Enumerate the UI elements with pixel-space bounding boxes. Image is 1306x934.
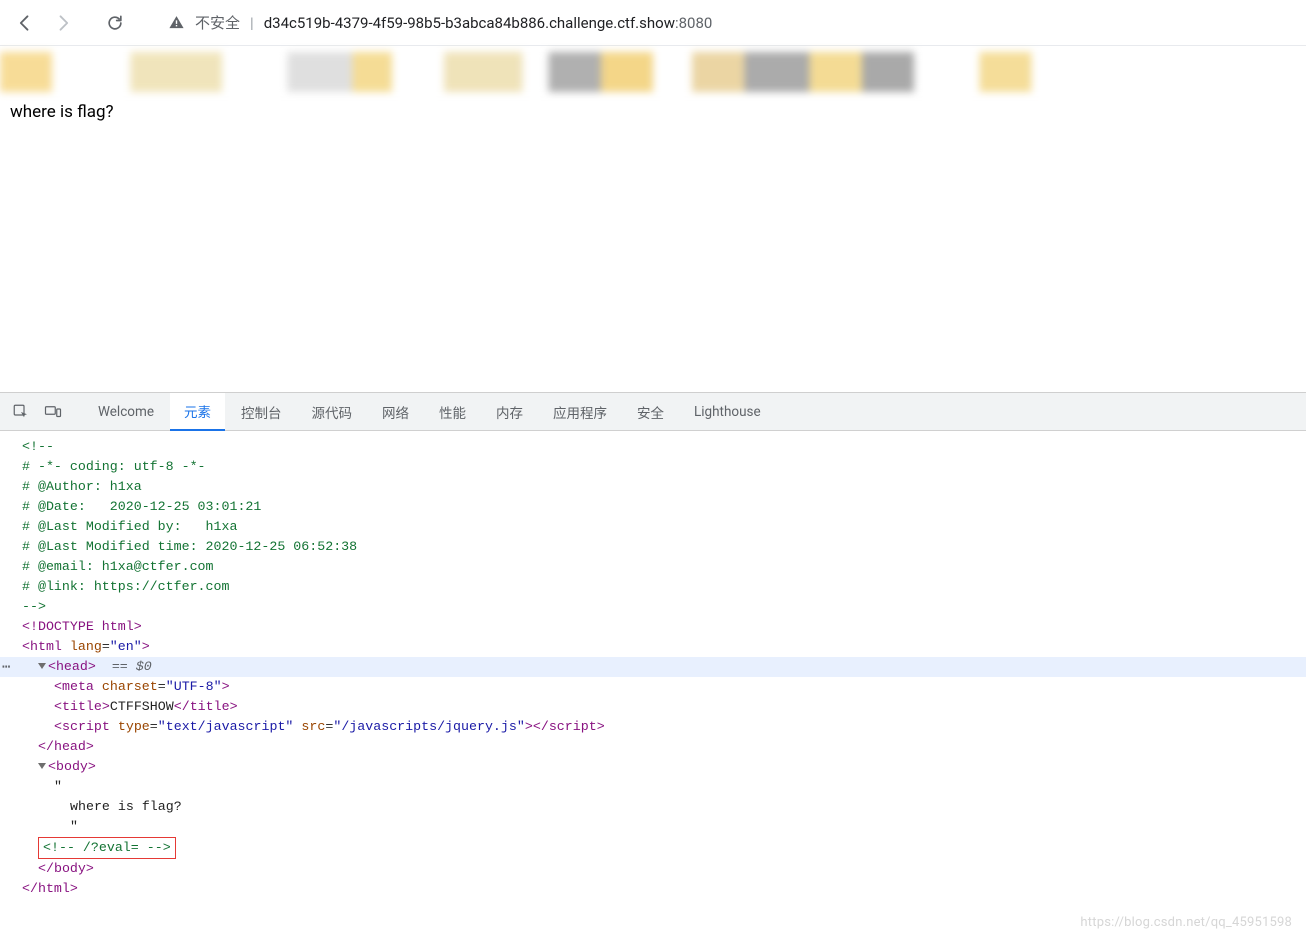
tab-application[interactable]: 应用程序 [539, 393, 621, 431]
comment-line: <!-- [22, 437, 1306, 457]
tab-performance[interactable]: 性能 [425, 393, 480, 431]
page-heading: where is flag? [10, 102, 1296, 122]
comment-line: # @link: https://ctfer.com [22, 577, 1306, 597]
browser-toolbar: 不安全 | d34c519b-4379-4f59-98b5-b3abca84b8… [0, 0, 1306, 46]
device-toggle-icon[interactable] [38, 397, 68, 427]
tab-lighthouse[interactable]: Lighthouse [680, 393, 775, 431]
tab-network[interactable]: 网络 [368, 393, 423, 431]
html-open[interactable]: <html lang="en"> [22, 637, 1306, 657]
expand-triangle-icon[interactable] [38, 763, 46, 769]
warning-icon [168, 14, 185, 31]
expand-triangle-icon[interactable] [38, 663, 46, 669]
comment-line: # @Last Modified time: 2020-12-25 06:52:… [22, 537, 1306, 557]
tab-sources[interactable]: 源代码 [297, 393, 366, 431]
script-line[interactable]: <script type="text/javascript" src="/jav… [22, 717, 1306, 737]
tab-elements[interactable]: 元素 [170, 393, 225, 431]
not-secure-label: 不安全 [195, 12, 240, 33]
devtools-panel: Welcome 元素 控制台 源代码 网络 性能 内存 应用程序 安全 Ligh… [0, 392, 1306, 909]
bookmarks-bar-blurred [0, 52, 1306, 92]
body-open[interactable]: <body> [22, 757, 1306, 777]
meta-line[interactable]: <meta charset="UTF-8"> [22, 677, 1306, 697]
elements-tree[interactable]: <!-- # -*- coding: utf-8 -*- # @Author: … [0, 431, 1306, 909]
url-text: d34c519b-4379-4f59-98b5-b3abca84b886.cha… [264, 14, 713, 32]
separator: | [250, 14, 254, 32]
watermark-text: https://blog.csdn.net/qq_45951598 [1080, 915, 1292, 930]
comment-line: # @Date: 2020-12-25 03:01:21 [22, 497, 1306, 517]
comment-line: # @email: h1xa@ctfer.com [22, 557, 1306, 577]
comment-line: # @Author: h1xa [22, 477, 1306, 497]
head-close[interactable]: </head> [22, 737, 1306, 757]
forward-button[interactable] [46, 6, 80, 40]
body-text-where: where is flag? [22, 797, 1306, 817]
tab-welcome[interactable]: Welcome [84, 393, 168, 431]
address-bar[interactable]: 不安全 | d34c519b-4379-4f59-98b5-b3abca84b8… [154, 6, 1298, 40]
body-text-q2: " [22, 817, 1306, 837]
body-close[interactable]: </body> [22, 859, 1306, 879]
comment-line: --> [22, 597, 1306, 617]
eval-comment-line[interactable]: <!-- /?eval= --> [22, 837, 1306, 859]
tab-memory[interactable]: 内存 [482, 393, 537, 431]
devtools-tabbar: Welcome 元素 控制台 源代码 网络 性能 内存 应用程序 安全 Ligh… [0, 393, 1306, 431]
comment-line: # @Last Modified by: h1xa [22, 517, 1306, 537]
doctype-line[interactable]: <!DOCTYPE html> [22, 617, 1306, 637]
tab-console[interactable]: 控制台 [227, 393, 296, 431]
comment-line: # -*- coding: utf-8 -*- [22, 457, 1306, 477]
title-line[interactable]: <title>CTFFSHOW</title> [22, 697, 1306, 717]
inspect-icon[interactable] [6, 397, 36, 427]
tab-security[interactable]: 安全 [623, 393, 678, 431]
page-content: where is flag? [0, 92, 1306, 392]
body-text-q1: " [22, 777, 1306, 797]
reload-button[interactable] [98, 6, 132, 40]
head-open-selected[interactable]: <head> == $0 [0, 657, 1306, 677]
html-close[interactable]: </html> [22, 879, 1306, 899]
back-button[interactable] [8, 6, 42, 40]
